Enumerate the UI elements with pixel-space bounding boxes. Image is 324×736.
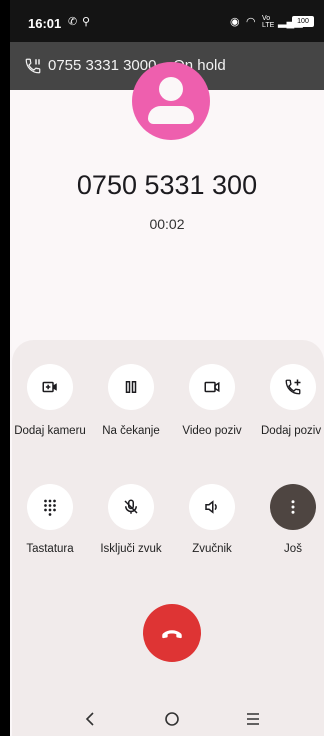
usb-icon: ⚲ bbox=[82, 16, 91, 28]
more-vert-icon bbox=[291, 500, 295, 514]
wifi-icon: ◠ bbox=[246, 16, 256, 28]
add-call-label: Dodaj poziv bbox=[261, 425, 322, 437]
speaker-button[interactable] bbox=[189, 484, 235, 530]
mute-button[interactable] bbox=[108, 484, 154, 530]
status-bar: 16:01 ✆ ⚲ ◉ ◠ Vo LTE ▂▄▆ 100 bbox=[10, 0, 324, 42]
home-button[interactable] bbox=[160, 708, 184, 730]
keypad-label: Tastatura bbox=[26, 543, 74, 555]
mic-off-icon bbox=[124, 499, 138, 514]
phone-paused-icon bbox=[25, 58, 41, 74]
avatar-body bbox=[148, 106, 194, 124]
caller-number: 0750 5331 300 bbox=[76, 170, 258, 200]
videocam-icon bbox=[204, 381, 220, 393]
on-hold-text: 0755 3331 3000 – On hold bbox=[48, 57, 226, 74]
add-camera-button[interactable] bbox=[27, 364, 73, 410]
more-options-button[interactable] bbox=[270, 484, 316, 530]
call-active-status-icon: ✆ bbox=[68, 16, 78, 28]
more-options-label: Još bbox=[284, 543, 302, 555]
menu-lines-icon bbox=[247, 713, 259, 725]
recents-button[interactable] bbox=[241, 708, 265, 730]
home-circle-icon bbox=[165, 712, 179, 726]
end-call-button[interactable] bbox=[143, 604, 201, 662]
add-video-icon bbox=[42, 381, 57, 393]
add-camera-label: Dodaj kameru bbox=[14, 425, 86, 437]
speaker-icon bbox=[205, 500, 217, 514]
mute-label: Isključi zvuk bbox=[100, 543, 162, 555]
caller-avatar bbox=[132, 62, 210, 140]
phone-screen: 16:01 ✆ ⚲ ◉ ◠ Vo LTE ▂▄▆ 100 0755 3331 30… bbox=[10, 0, 324, 736]
pause-icon bbox=[125, 381, 137, 393]
nfc-icon: ◉ bbox=[230, 16, 240, 28]
status-time: 16:01 bbox=[28, 16, 62, 31]
volte-icon: Vo LTE bbox=[262, 15, 275, 29]
avatar-head bbox=[159, 77, 183, 101]
navigation-bar bbox=[10, 704, 324, 736]
chevron-left-icon bbox=[85, 712, 94, 726]
speaker-label: Zvučnik bbox=[192, 543, 232, 555]
hold-button[interactable] bbox=[108, 364, 154, 410]
keypad-button[interactable] bbox=[27, 484, 73, 530]
video-call-button[interactable] bbox=[189, 364, 235, 410]
video-call-label: Video poziv bbox=[182, 425, 242, 437]
back-button[interactable] bbox=[79, 708, 103, 730]
dialpad-icon bbox=[44, 499, 56, 516]
call-timer: 00:02 bbox=[149, 216, 185, 232]
add-call-button[interactable] bbox=[270, 364, 316, 410]
battery-icon: 100 bbox=[292, 16, 314, 27]
hold-label: Na čekanje bbox=[102, 425, 160, 437]
call-end-icon bbox=[162, 630, 182, 639]
add-call-icon bbox=[285, 379, 301, 395]
